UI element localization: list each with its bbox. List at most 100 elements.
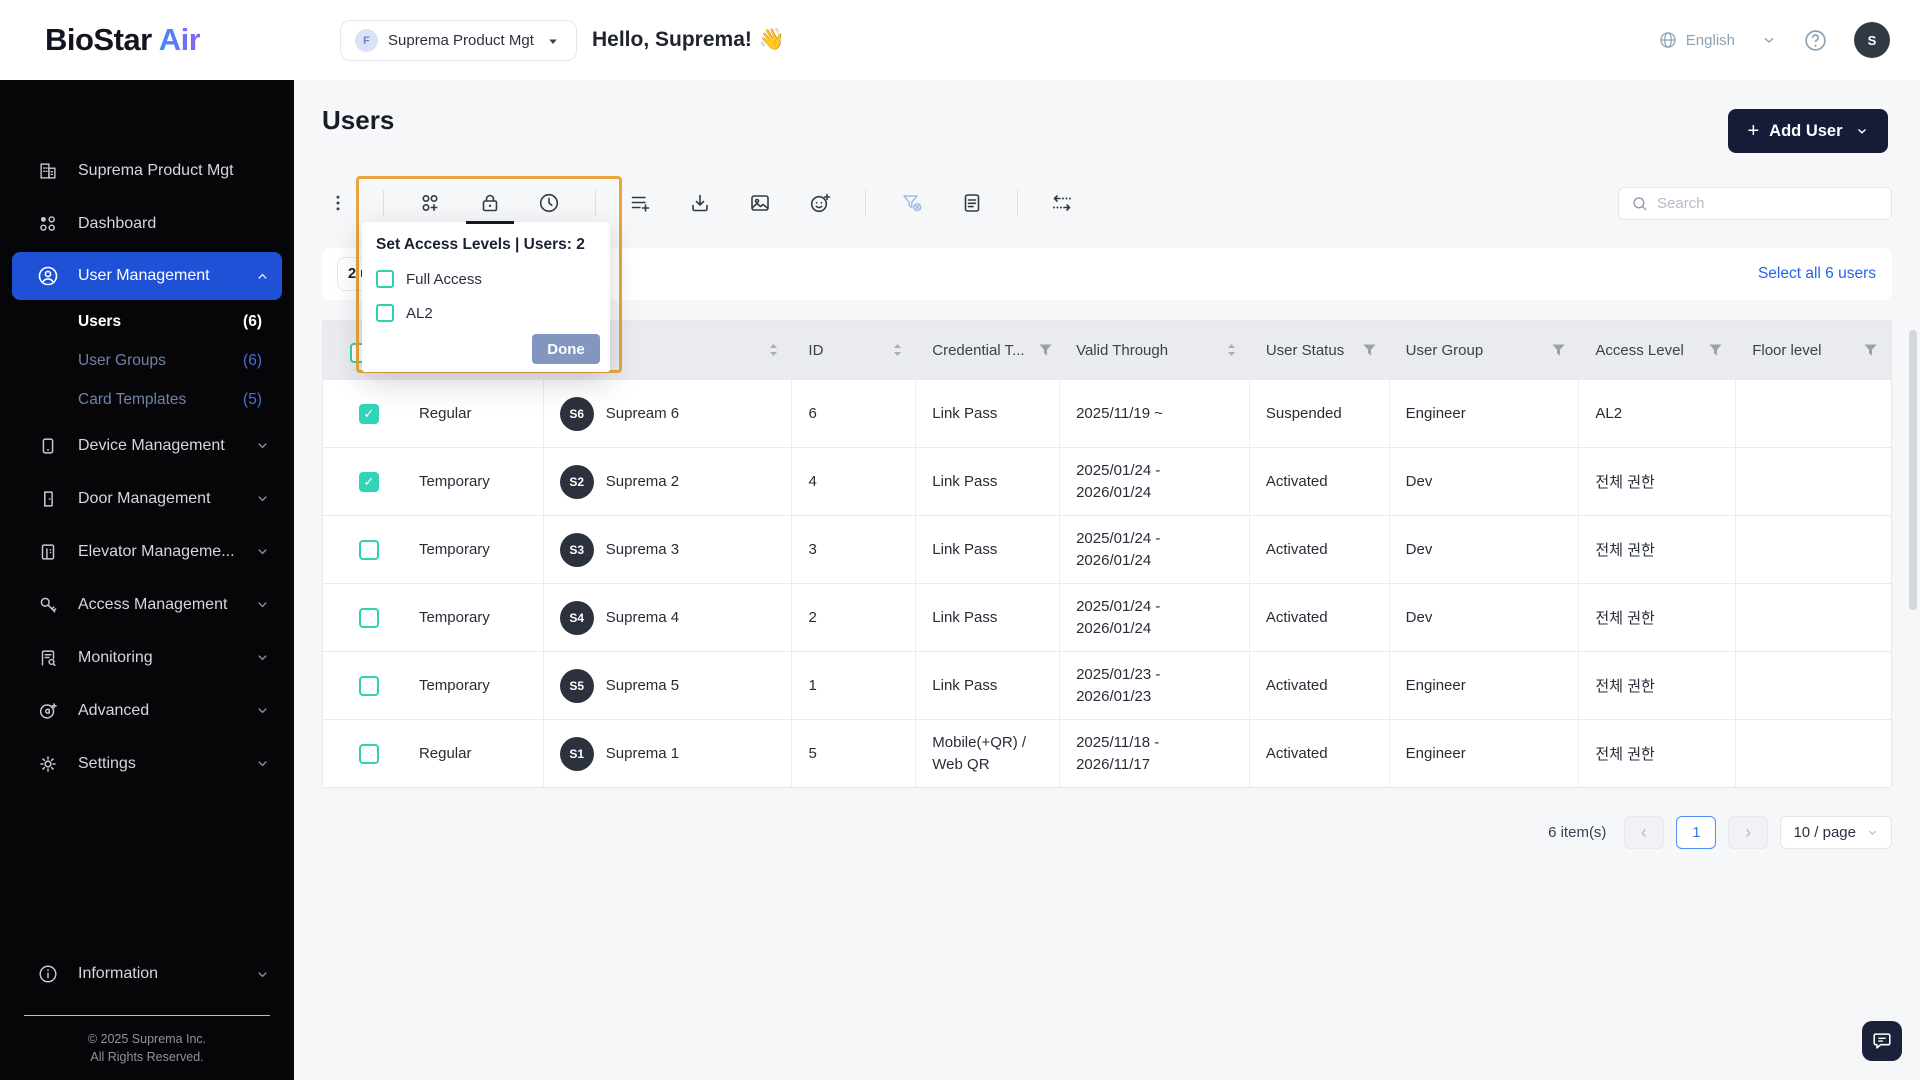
table-row[interactable]: ✓ Regular S6 Supream 6 6 Link Pass 2025/1… bbox=[323, 379, 1891, 447]
sort-icon[interactable] bbox=[769, 343, 778, 357]
cell-id: 4 bbox=[792, 448, 917, 515]
scrollbar-thumb[interactable] bbox=[1909, 330, 1917, 610]
cell-user-type: Temporary bbox=[403, 584, 544, 651]
elevator-icon bbox=[36, 540, 60, 564]
cell-name: S3 Suprema 3 bbox=[544, 516, 793, 583]
filter-icon[interactable] bbox=[1363, 344, 1390, 356]
cell-valid-through: 2025/01/23 - 2026/01/23 bbox=[1060, 652, 1250, 719]
prev-page-button[interactable] bbox=[1624, 816, 1665, 849]
help-icon[interactable] bbox=[1803, 28, 1828, 53]
user-avatar[interactable]: S bbox=[1854, 22, 1890, 58]
option-label: Full Access bbox=[406, 270, 482, 288]
cell-access-level: 전체 권한 bbox=[1579, 516, 1737, 583]
filter-icon[interactable] bbox=[1039, 344, 1052, 356]
row-checkbox[interactable] bbox=[359, 743, 379, 764]
globe-icon bbox=[1658, 30, 1678, 50]
full-access-checkbox[interactable] bbox=[376, 270, 394, 288]
cell-user-status: Activated bbox=[1250, 516, 1390, 583]
al2-checkbox[interactable] bbox=[376, 304, 394, 322]
cell-user-group: Dev bbox=[1390, 516, 1580, 583]
chevron-up-icon bbox=[255, 269, 270, 284]
cell-floor-level bbox=[1736, 584, 1891, 651]
option-al2[interactable]: AL2 bbox=[376, 304, 596, 322]
validity-clock-icon[interactable] bbox=[531, 185, 567, 221]
chat-support-button[interactable] bbox=[1862, 1021, 1902, 1061]
card-templates-count: (5) bbox=[243, 390, 262, 408]
sidebar-item-user-groups[interactable]: User Groups (6) bbox=[0, 341, 294, 380]
header-access-level: Access Level bbox=[1579, 321, 1736, 379]
sidebar-item-user-management[interactable]: User Management bbox=[12, 252, 282, 300]
done-button[interactable]: Done bbox=[532, 334, 600, 364]
download-icon[interactable] bbox=[682, 185, 718, 221]
chat-bubble-icon bbox=[1873, 1033, 1891, 1049]
sidebar-item-suprema-product-mgt[interactable]: Suprema Product Mgt bbox=[0, 144, 294, 197]
sidebar-subitem-label: User Groups bbox=[78, 351, 166, 369]
sidebar-item-label: Elevator Manageme... bbox=[78, 542, 235, 560]
row-checkbox[interactable]: ✓ bbox=[359, 403, 379, 424]
user-group-add-icon[interactable] bbox=[412, 185, 448, 221]
table-row[interactable]: Temporary S3 Suprema 3 3 Link Pass 2025/0… bbox=[323, 515, 1891, 583]
access-level-lock-icon[interactable] bbox=[472, 185, 508, 221]
cell-user-type: Temporary bbox=[403, 448, 544, 515]
cell-user-status: Activated bbox=[1250, 448, 1390, 515]
document-icon[interactable] bbox=[954, 185, 990, 221]
table-row[interactable]: Regular S1 Suprema 1 5 Mobile(+QR) / Web … bbox=[323, 719, 1891, 787]
sidebar-item-access-management[interactable]: Access Management bbox=[0, 578, 294, 631]
sidebar-item-users[interactable]: Users (6) bbox=[0, 302, 294, 341]
biostar-air-logo: BioStar Air bbox=[45, 22, 201, 58]
info-icon bbox=[36, 962, 60, 986]
cell-credential: Link Pass bbox=[916, 516, 1061, 583]
option-label: AL2 bbox=[406, 304, 433, 322]
current-page-button[interactable]: 1 bbox=[1676, 816, 1717, 849]
add-user-label: Add User bbox=[1769, 121, 1843, 140]
language-chevron-down-icon[interactable] bbox=[1761, 32, 1777, 48]
sidebar-item-settings[interactable]: Settings bbox=[0, 737, 294, 790]
sidebar-item-device-management[interactable]: Device Management bbox=[0, 419, 294, 472]
header-credential-type: Credential T... bbox=[916, 321, 1060, 379]
sidebar-item-information[interactable]: Information bbox=[0, 948, 294, 1001]
chevron-down-icon bbox=[255, 544, 270, 559]
filter-icon[interactable] bbox=[1552, 344, 1579, 356]
sidebar-item-door-management[interactable]: Door Management bbox=[0, 472, 294, 525]
add-user-button[interactable]: + Add User bbox=[1728, 109, 1888, 153]
card-image-icon[interactable] bbox=[742, 185, 778, 221]
sort-icon[interactable] bbox=[893, 343, 916, 357]
language-label: English bbox=[1685, 31, 1735, 49]
next-page-button[interactable] bbox=[1728, 816, 1769, 849]
filter-icon[interactable] bbox=[1709, 344, 1736, 356]
chevron-down-icon bbox=[255, 650, 270, 665]
select-all-users-link[interactable]: Select all 6 users bbox=[1758, 248, 1876, 300]
kebab-menu-icon[interactable] bbox=[320, 185, 356, 221]
row-checkbox[interactable] bbox=[359, 539, 379, 560]
sidebar-item-label: Advanced bbox=[78, 701, 150, 719]
cell-user-type: Temporary bbox=[403, 652, 544, 719]
option-full-access[interactable]: Full Access bbox=[376, 270, 596, 288]
sidebar-item-card-templates[interactable]: Card Templates (5) bbox=[0, 380, 294, 419]
sidebar-item-advanced[interactable]: Advanced bbox=[0, 684, 294, 737]
sidebar-item-monitoring[interactable]: Monitoring bbox=[0, 631, 294, 684]
table-row[interactable]: Temporary S4 Suprema 4 2 Link Pass 2025/0… bbox=[323, 583, 1891, 651]
row-checkbox[interactable] bbox=[359, 675, 379, 696]
cell-user-type: Regular bbox=[403, 380, 544, 447]
sort-icon[interactable] bbox=[1227, 343, 1250, 357]
sidebar-item-elevator-management[interactable]: Elevator Manageme... bbox=[0, 525, 294, 578]
gear-icon bbox=[36, 752, 60, 776]
building-icon bbox=[36, 159, 60, 183]
transfer-arrows-icon[interactable] bbox=[1044, 185, 1080, 221]
table-row[interactable]: Temporary S5 Suprema 5 1 Link Pass 2025/0… bbox=[323, 651, 1891, 719]
page-size-select[interactable]: 10 / page bbox=[1780, 816, 1892, 849]
table-row[interactable]: ✓ Temporary S2 Suprema 2 4 Link Pass 2025… bbox=[323, 447, 1891, 515]
row-checkbox[interactable]: ✓ bbox=[359, 471, 379, 492]
cell-access-level: 전체 권한 bbox=[1579, 448, 1737, 515]
row-checkbox[interactable] bbox=[359, 607, 379, 628]
search-input[interactable] bbox=[1657, 195, 1881, 212]
filter-icon[interactable] bbox=[1864, 344, 1891, 356]
sidebar-item-dashboard[interactable]: Dashboard bbox=[0, 197, 294, 250]
language-selector[interactable]: English bbox=[1658, 30, 1735, 50]
face-add-icon[interactable] bbox=[802, 185, 838, 221]
list-add-icon[interactable] bbox=[622, 185, 658, 221]
biostar-air-app: BioStar Air F Suprema Product Mgt Hello,… bbox=[0, 0, 1920, 1080]
sidebar-item-label: Information bbox=[78, 965, 159, 983]
cell-user-type: Temporary bbox=[403, 516, 544, 583]
workspace-selector[interactable]: F Suprema Product Mgt bbox=[340, 20, 577, 61]
